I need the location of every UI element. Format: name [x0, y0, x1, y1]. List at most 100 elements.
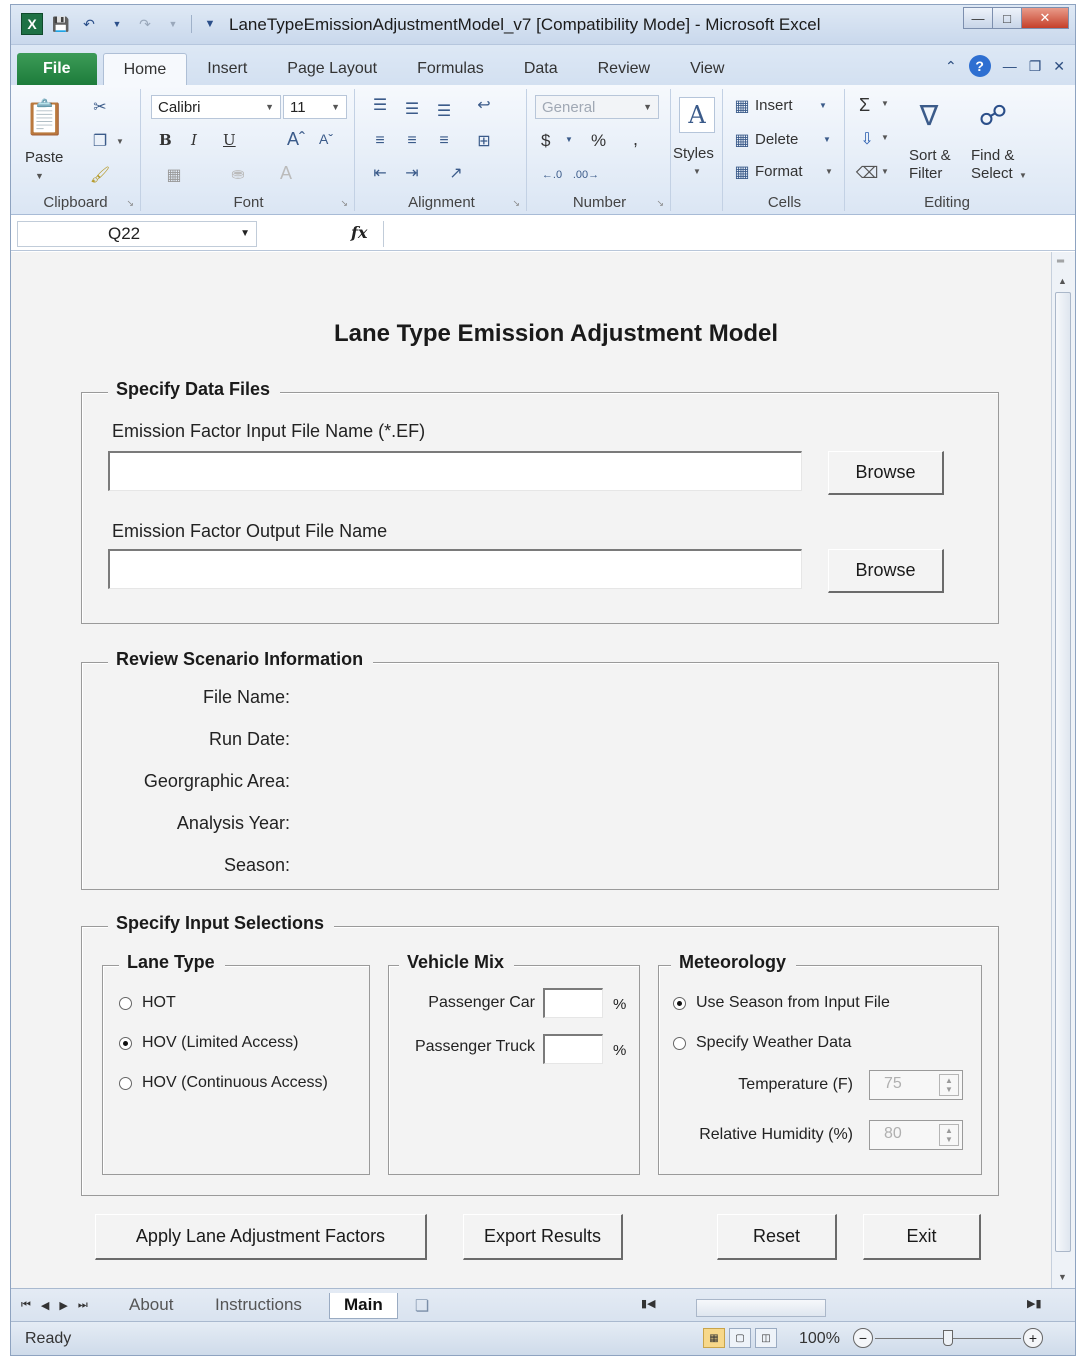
select-dropdown-icon[interactable]: ▼	[1019, 171, 1027, 180]
number-format-combo[interactable]: General ▼	[535, 95, 659, 119]
cut-icon[interactable]: ✂	[87, 95, 113, 119]
align-left-icon[interactable]: ≡	[367, 129, 393, 153]
name-box[interactable]: Q22 ▼	[17, 221, 257, 247]
tab-formulas[interactable]: Formulas	[397, 53, 504, 85]
grow-font-icon[interactable]: Aˆ	[283, 129, 309, 150]
styles-button[interactable]: Styles	[673, 145, 714, 162]
tab-data[interactable]: Data	[504, 53, 578, 85]
insert-dropdown-icon[interactable]: ▼	[819, 101, 827, 110]
vertical-scrollbar[interactable]: ═ ▲ ▼	[1051, 252, 1075, 1288]
italic-button[interactable]: I	[191, 131, 197, 149]
tab-review[interactable]: Review	[578, 53, 670, 85]
passenger-car-input[interactable]	[543, 988, 603, 1018]
sheet-tab-about[interactable]: About	[115, 1293, 187, 1319]
align-top-icon[interactable]: ☰	[367, 93, 393, 117]
humidity-spinner[interactable]: 80 ▲ ▼	[869, 1120, 963, 1150]
export-results-button[interactable]: Export Results	[463, 1214, 623, 1260]
chevron-down-icon[interactable]: ▼	[240, 228, 250, 239]
browse-input-button[interactable]: Browse	[828, 451, 944, 495]
scroll-right-icon[interactable]: ▶▮	[1027, 1297, 1042, 1310]
zoom-in-icon[interactable]: +	[1023, 1328, 1043, 1348]
undo-dropdown-icon[interactable]: ▼	[107, 14, 127, 34]
output-file-field[interactable]	[108, 549, 802, 589]
tab-page-layout[interactable]: Page Layout	[267, 53, 397, 85]
bold-button[interactable]: B	[159, 131, 172, 149]
split-box-icon[interactable]: ═	[1057, 256, 1064, 267]
browse-output-button[interactable]: Browse	[828, 549, 944, 593]
apply-lane-adjustment-button[interactable]: Apply Lane Adjustment Factors	[95, 1214, 427, 1260]
spin-arrows-icon[interactable]: ▲ ▼	[939, 1124, 959, 1146]
copy-icon[interactable]: ❐	[87, 129, 113, 153]
horizontal-scroll-thumb[interactable]	[696, 1299, 826, 1317]
autosum-dropdown-icon[interactable]: ▼	[881, 99, 889, 108]
paste-icon[interactable]: 📋	[24, 93, 66, 143]
copy-dropdown-icon[interactable]: ▼	[113, 129, 127, 153]
insert-cells-icon[interactable]: ▦	[731, 95, 753, 117]
tab-home[interactable]: Home	[102, 53, 188, 85]
sort-filter-icon[interactable]: ∇	[909, 93, 949, 137]
sheet-tab-instructions[interactable]: Instructions	[201, 1293, 316, 1319]
sort-label[interactable]: Sort &	[909, 147, 951, 164]
delete-cells-button[interactable]: Delete	[755, 131, 798, 148]
align-middle-icon[interactable]: ☰	[399, 97, 425, 121]
fill-color-icon[interactable]: ⛂	[223, 163, 253, 185]
find-label[interactable]: Find &	[971, 147, 1014, 164]
page-break-view-icon[interactable]: ◫	[755, 1328, 777, 1348]
close-icon[interactable]: ✕	[1021, 7, 1069, 29]
clipboard-launcher-icon[interactable]: ↘	[126, 198, 134, 209]
scroll-thumb[interactable]	[1055, 292, 1071, 1252]
font-name-combo[interactable]: Calibri ▼	[151, 95, 281, 119]
zoom-thumb[interactable]	[943, 1330, 953, 1346]
delete-cells-icon[interactable]: ▦	[731, 129, 753, 151]
format-cells-button[interactable]: Format	[755, 163, 803, 180]
zoom-slider[interactable]: − +	[853, 1328, 1043, 1350]
fill-icon[interactable]: ⇩	[855, 127, 879, 151]
tab-view[interactable]: View	[670, 53, 744, 85]
align-right-icon[interactable]: ≡	[431, 129, 457, 153]
lane-type-hov-limited-radio[interactable]: HOV (Limited Access)	[119, 1034, 298, 1052]
minimize-icon[interactable]: —	[963, 7, 993, 29]
excel-app-icon[interactable]: X	[21, 13, 43, 35]
spin-arrows-icon[interactable]: ▲ ▼	[939, 1074, 959, 1096]
lane-type-hot-radio[interactable]: HOT	[119, 994, 176, 1012]
paste-dropdown-icon[interactable]: ▼	[35, 171, 44, 181]
sheet-tab-main[interactable]: Main	[329, 1293, 398, 1319]
clear-icon[interactable]: ⌫	[855, 161, 879, 185]
merge-center-icon[interactable]: ⊞	[471, 129, 497, 153]
borders-icon[interactable]: ▦	[159, 165, 189, 185]
page-layout-view-icon[interactable]: ▢	[729, 1328, 751, 1348]
scroll-down-icon[interactable]: ▼	[1058, 1272, 1067, 1282]
currency-dropdown-icon[interactable]: ▼	[565, 135, 573, 144]
font-size-combo[interactable]: 11 ▼	[283, 95, 347, 119]
redo-dropdown-icon[interactable]: ▼	[163, 14, 183, 34]
underline-button[interactable]: U	[223, 131, 236, 149]
increase-decimal-icon[interactable]: ←.0	[537, 163, 567, 187]
insert-function-icon[interactable]: fx	[351, 223, 367, 242]
insert-cells-button[interactable]: Insert	[755, 97, 793, 114]
currency-button[interactable]: $	[541, 131, 550, 151]
orientation-icon[interactable]: ↗	[441, 161, 471, 185]
customize-toolbar-icon[interactable]: ▼	[200, 14, 220, 34]
formula-input[interactable]	[383, 221, 1051, 247]
insert-sheet-icon[interactable]: ❏	[407, 1295, 437, 1317]
input-file-field[interactable]	[108, 451, 802, 491]
filter-label[interactable]: Filter	[909, 165, 942, 182]
tab-file[interactable]: File	[17, 53, 97, 85]
zoom-out-icon[interactable]: −	[853, 1328, 873, 1348]
number-launcher-icon[interactable]: ↘	[656, 198, 664, 209]
normal-view-icon[interactable]: ▦	[703, 1328, 725, 1348]
decrease-indent-icon[interactable]: ⇤	[367, 161, 393, 185]
increase-indent-icon[interactable]: ⇥	[399, 161, 425, 185]
reset-button[interactable]: Reset	[717, 1214, 837, 1260]
alignment-launcher-icon[interactable]: ↘	[512, 198, 520, 209]
select-label[interactable]: Select	[971, 165, 1013, 182]
align-center-icon[interactable]: ≡	[399, 129, 425, 153]
font-launcher-icon[interactable]: ↘	[340, 198, 348, 209]
temperature-spinner[interactable]: 75 ▲ ▼	[869, 1070, 963, 1100]
workbook-close-icon[interactable]: ✕	[1053, 58, 1065, 75]
first-sheet-icon[interactable]: ⏮	[21, 1299, 31, 1312]
exit-button[interactable]: Exit	[863, 1214, 981, 1260]
styles-dropdown-icon[interactable]: ▼	[693, 167, 701, 176]
specify-weather-radio[interactable]: Specify Weather Data	[673, 1034, 851, 1052]
percent-button[interactable]: %	[591, 131, 606, 151]
